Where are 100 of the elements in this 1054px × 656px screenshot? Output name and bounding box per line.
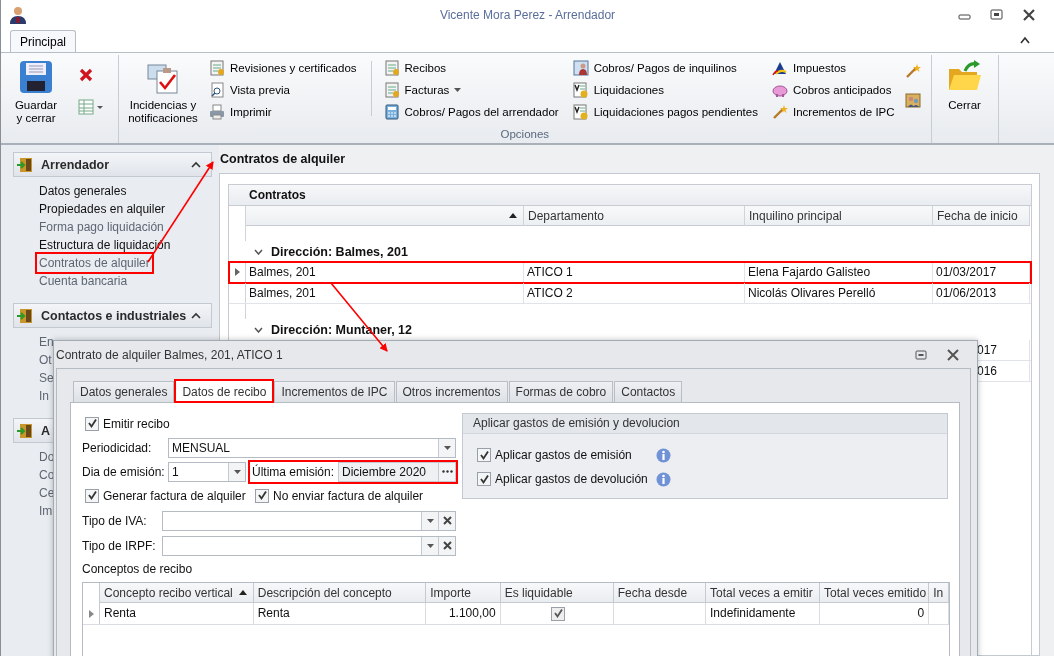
info-icon[interactable]: [656, 447, 671, 463]
clear-icon[interactable]: [442, 516, 452, 525]
save-button[interactable]: Guardar y cerrar: [7, 53, 65, 143]
triangle-logo-icon: [771, 60, 788, 76]
maximize-button[interactable]: [990, 9, 1004, 21]
sidebar-link[interactable]: Se: [37, 369, 56, 387]
column-header[interactable]: Concepto recibo vertical: [100, 583, 254, 603]
printer-icon: [209, 104, 225, 120]
sidebar-link[interactable]: Forma pago liquidación: [37, 218, 166, 236]
dialog-tab[interactable]: Incrementos de IPC: [274, 381, 395, 402]
select-field[interactable]: [162, 510, 456, 531]
restore-button[interactable]: [915, 349, 927, 360]
caret-icon: [233, 469, 241, 474]
sidebar-link[interactable]: Datos generales: [37, 182, 129, 200]
select-field[interactable]: 1: [168, 461, 246, 482]
column-header[interactable]: Fecha de inicio: [933, 206, 1030, 226]
user-icon: [9, 6, 27, 24]
wand-icon[interactable]: [904, 63, 921, 79]
column-header[interactable]: Es liquidable: [500, 583, 614, 603]
person-card-icon: [572, 60, 589, 76]
people-card-icon[interactable]: [904, 91, 921, 109]
field-label: Tipo de IRPF:: [82, 538, 157, 553]
select-field[interactable]: [162, 535, 456, 556]
checkbox[interactable]: Aplicar gastos de devolución: [474, 472, 652, 486]
chevron-icon[interactable]: [254, 326, 263, 333]
sidebar-link[interactable]: Ot: [37, 351, 54, 369]
last-issue-field[interactable]: Última emisión: Diciembre 2020: [250, 461, 456, 482]
ribbon-button[interactable]: Vista previa: [207, 79, 359, 101]
table-dropdown-icon[interactable]: [75, 99, 104, 115]
checkmark-icon: [256, 490, 268, 501]
ribbon-button[interactable]: Facturas: [381, 79, 561, 101]
checkbox[interactable]: Emitir recibo: [82, 416, 170, 431]
dialog-tab[interactable]: Datos generales: [73, 381, 175, 402]
table-cell: Renta: [253, 603, 427, 624]
close-folder-button[interactable]: Cerrar: [935, 53, 994, 143]
caret-icon: [454, 88, 462, 92]
sidebar-link[interactable]: Contratos de alquiler: [37, 254, 152, 272]
sidebar-link[interactable]: En: [37, 333, 56, 351]
caret-icon: [443, 445, 451, 450]
column-header[interactable]: In: [929, 583, 949, 603]
column-header[interactable]: Inquilino principal: [745, 206, 933, 226]
sidebar-link[interactable]: In: [37, 387, 51, 405]
close-button[interactable]: [947, 348, 959, 361]
sort-arrow-icon: [238, 590, 247, 595]
column-header[interactable]: Importe: [426, 583, 501, 603]
select-field[interactable]: MENSUAL: [168, 437, 456, 458]
collapse-ribbon-icon[interactable]: [1020, 36, 1030, 44]
column-header[interactable]: Fecha desde: [613, 583, 706, 603]
table-cell: Balmes, 201: [246, 262, 524, 282]
table-cell: 01/03/2017: [933, 262, 1030, 282]
table-cell: 1.100,00: [426, 603, 501, 624]
group-box-title: Aplicar gastos de emisión y devolucion: [463, 414, 947, 434]
group-header[interactable]: Contactos e industriales: [13, 303, 212, 328]
dialog-tab[interactable]: Datos de recibo: [175, 380, 274, 402]
column-header[interactable]: Total veces a emitir: [706, 583, 821, 603]
table-cell: ATICO 2: [524, 283, 745, 303]
ellipsis-icon[interactable]: [441, 470, 453, 473]
sidebar-link[interactable]: Cuenta bancaria: [37, 272, 130, 290]
receipt-icon: [383, 60, 400, 76]
sidebar-link[interactable]: Im: [37, 502, 55, 520]
column-header[interactable]: Total veces emitido: [820, 583, 930, 603]
close-button[interactable]: [1022, 9, 1036, 21]
table-title: Contratos: [229, 185, 1031, 206]
group-label: Dirección: Balmes, 201: [271, 244, 408, 259]
dialog-tab[interactable]: Otros incrementos: [395, 381, 508, 402]
calculator-icon: [383, 104, 400, 120]
ribbon-button[interactable]: Incrementos de IPC: [769, 101, 897, 123]
sidebar-link[interactable]: Propiedades en alquiler: [37, 200, 168, 218]
column-header[interactable]: Descripción del concepto: [253, 583, 427, 603]
info-icon[interactable]: [656, 471, 671, 487]
group-header[interactable]: Arrendador: [13, 152, 212, 177]
dialog-tab[interactable]: Formas de cobro: [508, 381, 614, 402]
checklist-icon: [572, 82, 589, 98]
delete-icon[interactable]: [78, 67, 94, 83]
column-header[interactable]: Departamento: [524, 206, 745, 226]
ribbon-button[interactable]: Liquidaciones pagos pendientes: [570, 101, 760, 123]
ribbon-button[interactable]: Impuestos: [769, 57, 897, 79]
ribbon-tab[interactable]: Principal: [10, 30, 77, 52]
ribbon-button[interactable]: Liquidaciones: [570, 79, 760, 101]
invoice-icon: [383, 82, 400, 98]
ribbon-button[interactable]: Revisiones y certificados: [207, 57, 359, 79]
clear-icon[interactable]: [442, 541, 452, 550]
ribbon-button[interactable]: Cobros anticipados: [769, 79, 897, 101]
checkbox[interactable]: Aplicar gastos de emisión: [474, 448, 652, 462]
window-title: Vicente Mora Perez - Arrendador: [439, 8, 616, 22]
ribbon-button[interactable]: Cobros/ Pagos del arrendador: [381, 101, 561, 123]
incidents-button[interactable]: Incidencias y notificaciones: [123, 53, 203, 128]
ribbon-button[interactable]: Imprimir: [207, 101, 359, 123]
table-cell: Balmes, 201: [246, 283, 524, 303]
dialog-title: Contrato de alquiler Balmes, 201, ATICO 1: [56, 347, 284, 362]
piggy-bank-icon: [771, 82, 788, 98]
checkbox[interactable]: No enviar factura de alquiler: [252, 488, 424, 503]
chevron-icon[interactable]: [254, 248, 263, 255]
dialog-tab[interactable]: Contactos: [614, 381, 683, 402]
table-row[interactable]: Balmes, 201 ATICO 1 Elena Fajardo Galisteo 01/03/2017: [229, 262, 1031, 283]
checkbox[interactable]: Generar factura de alquiler: [82, 488, 252, 503]
ribbon-button[interactable]: Cobros/ Pagos de inquilinos: [570, 57, 760, 79]
table-cell: ATICO 1: [524, 262, 745, 282]
table-row[interactable]: Balmes, 201 ATICO 2 Nicolás Olivares Perelló 01/06/2013: [229, 283, 1031, 304]
ribbon-button[interactable]: Recibos: [381, 57, 561, 79]
